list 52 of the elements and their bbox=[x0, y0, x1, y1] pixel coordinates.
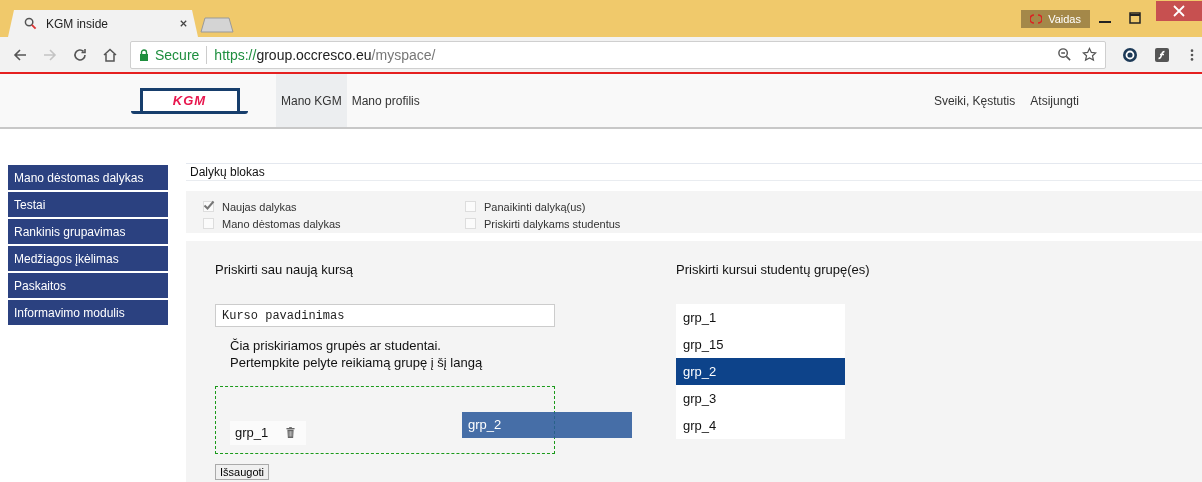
zoom-out-icon[interactable] bbox=[1057, 47, 1072, 62]
block-title: Dalykų blokas bbox=[186, 163, 1202, 181]
secure-label: Secure bbox=[155, 46, 200, 63]
group-chip[interactable]: grp_1 bbox=[230, 420, 306, 445]
sidebar-item[interactable]: Testai bbox=[8, 192, 168, 217]
close-window-button[interactable] bbox=[1156, 0, 1202, 22]
checkbox[interactable] bbox=[203, 218, 214, 229]
logout-link[interactable]: Atsijungti bbox=[1025, 74, 1084, 127]
reload-icon[interactable] bbox=[72, 46, 88, 63]
group-list-item[interactable]: grp_15 bbox=[676, 331, 845, 358]
option-label: Mano dėstomas dalykas bbox=[222, 217, 341, 230]
back-icon[interactable] bbox=[12, 46, 28, 63]
checkbox[interactable] bbox=[203, 201, 214, 212]
group-list-item[interactable]: grp_2 bbox=[676, 358, 845, 385]
url-text: https://group.occresco.eu/myspace/ bbox=[214, 46, 436, 63]
close-icon[interactable] bbox=[179, 19, 188, 28]
browser-tab[interactable]: KGM inside bbox=[8, 10, 198, 37]
search-icon bbox=[24, 17, 37, 30]
nav-link[interactable]: Mano KGM bbox=[276, 74, 347, 127]
flash-icon[interactable] bbox=[1154, 46, 1170, 63]
section-heading: Priskirti kursui studentų grupę(es) bbox=[676, 262, 870, 278]
address-bar[interactable]: Secure https://group.occresco.eu/myspace/ bbox=[130, 40, 1106, 69]
nav-link[interactable]: Mano profilis bbox=[346, 74, 425, 127]
hint-text: Pertempkite pelyte reikiamą grupę į šį langą bbox=[230, 355, 484, 372]
sidebar-item[interactable]: Paskaitos bbox=[8, 273, 168, 298]
group-list-item[interactable]: grp_4 bbox=[676, 412, 845, 439]
checkbox[interactable] bbox=[465, 201, 476, 212]
sidebar-item[interactable]: Mano dėstomas dalykas bbox=[8, 165, 168, 190]
extension-icon[interactable] bbox=[1122, 46, 1138, 63]
checkbox[interactable] bbox=[465, 218, 476, 229]
dragged-group[interactable]: grp_2 bbox=[462, 412, 632, 438]
home-icon[interactable] bbox=[102, 46, 118, 63]
menu-icon[interactable] bbox=[1190, 47, 1194, 62]
trash-icon[interactable] bbox=[286, 427, 296, 438]
group-list-item[interactable]: grp_1 bbox=[676, 304, 845, 331]
save-button[interactable]: Išsaugoti bbox=[215, 464, 270, 480]
section-heading: Priskirti sau naują kursą bbox=[215, 262, 354, 278]
chip-label: grp_1 bbox=[235, 425, 269, 440]
option-label: Naujas dalykas bbox=[222, 200, 297, 213]
option-label: Priskirti dalykams studentus bbox=[484, 217, 621, 230]
course-name-field[interactable]: Kurso pavadinimas bbox=[215, 304, 555, 327]
lock-icon bbox=[139, 48, 149, 61]
sidebar-item[interactable]: Informavimo modulis bbox=[8, 300, 168, 325]
tab-title: KGM inside bbox=[46, 16, 110, 31]
sidebar-item[interactable]: Rankinis grupavimas bbox=[8, 219, 168, 244]
sidebar-item[interactable]: Medžiagos įkėlimas bbox=[8, 246, 168, 271]
star-icon[interactable] bbox=[1082, 47, 1097, 62]
logo[interactable]: KGM bbox=[131, 74, 248, 127]
option-label: Panaikinti dalyką(us) bbox=[484, 200, 586, 213]
greeting-text: Sveiki, Kęstutis bbox=[933, 92, 1016, 110]
hint-text: Čia priskiriamos grupės ar studentai. bbox=[230, 338, 442, 355]
group-list-item[interactable]: grp_3 bbox=[676, 385, 845, 412]
